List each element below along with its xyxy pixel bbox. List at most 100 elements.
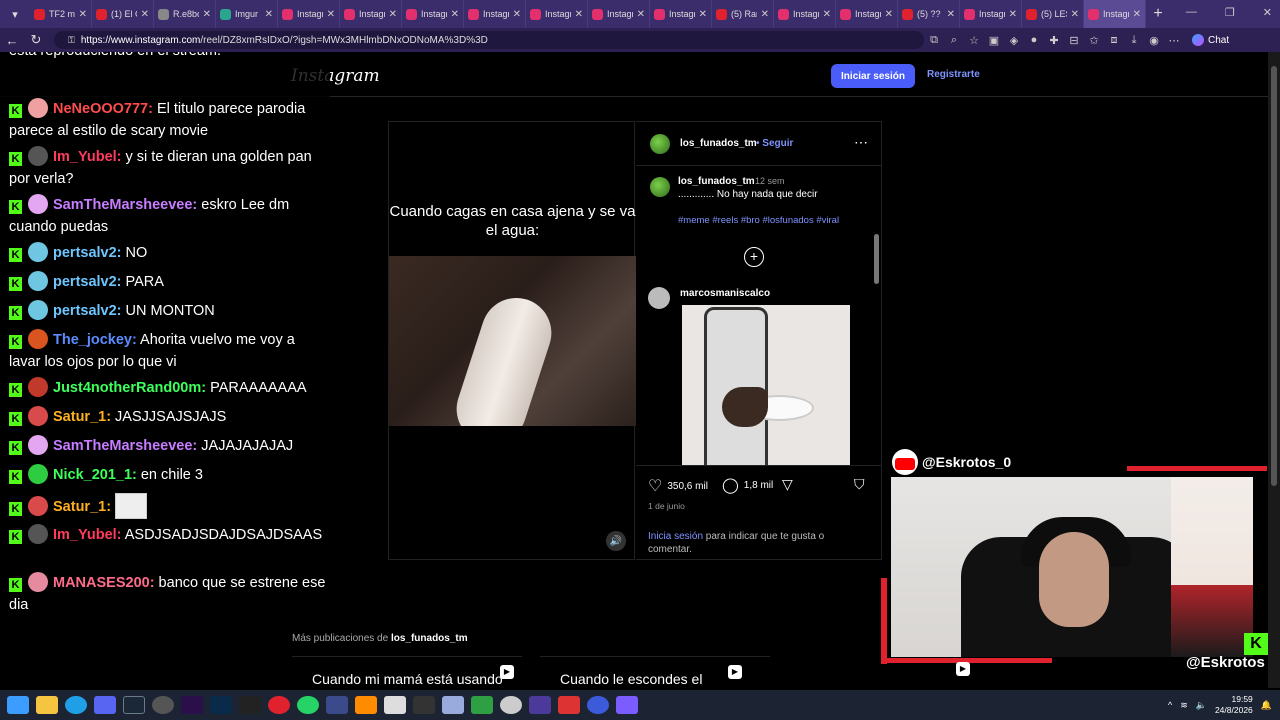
profile-avatar[interactable]: ◉ (1144, 34, 1164, 47)
related-reel-1[interactable]: Cuando mi mamá está usando ▶ (292, 656, 522, 688)
wifi-icon[interactable]: ≋ (1180, 700, 1188, 711)
tray-chevron-icon[interactable]: ^ (1168, 700, 1172, 710)
discord-icon[interactable] (94, 696, 116, 714)
start-icon[interactable] (7, 696, 29, 714)
app-2-icon[interactable] (355, 696, 377, 714)
puzzle-icon[interactable]: ✚ (1044, 34, 1064, 47)
tab-close-icon[interactable]: ✕ (1071, 9, 1079, 20)
login-prompt-link[interactable]: Inicia sesión (648, 531, 703, 542)
tab-close-icon[interactable]: ✕ (265, 9, 273, 20)
obs-icon[interactable] (152, 696, 174, 714)
tab-close-icon[interactable]: ✕ (947, 9, 955, 20)
browser-tab[interactable]: (5) Rar ✕ (712, 0, 774, 28)
browser-tab[interactable]: (5) ?? ✕ (898, 0, 960, 28)
app-icon[interactable] (326, 696, 348, 714)
tab-close-icon[interactable]: ✕ (141, 9, 149, 20)
app-6-icon[interactable] (529, 696, 551, 714)
save-bookmark-icon[interactable]: ⛉ (854, 476, 865, 493)
tab-search-button[interactable]: ▾ (0, 0, 30, 28)
app-5-icon[interactable] (471, 696, 493, 714)
favorite-star-icon[interactable]: ☆ (964, 34, 984, 47)
reload-icon[interactable]: ↻ (24, 32, 48, 48)
settings-icon[interactable] (500, 696, 522, 714)
premiere-icon[interactable] (181, 696, 203, 714)
tab-close-icon[interactable]: ✕ (823, 9, 831, 20)
author-avatar[interactable] (650, 134, 670, 154)
browser-tab[interactable]: Instagr ✕ (402, 0, 464, 28)
login-button[interactable]: Iniciar sesión (831, 64, 915, 88)
tab-close-icon[interactable]: ✕ (761, 9, 769, 20)
like-button[interactable]: ♡ 350,6 mil (648, 476, 708, 496)
extension-icon[interactable]: ▣ (984, 34, 1004, 47)
reel-video[interactable]: Cuando cagas en casa ajena y se va el ag… (388, 121, 636, 560)
browser-tab[interactable]: Imgur ✕ (216, 0, 278, 28)
steam-icon[interactable] (123, 696, 145, 714)
record-icon[interactable] (268, 696, 290, 714)
read-aloud-icon[interactable]: ⧉ (924, 34, 944, 47)
browser-tab[interactable]: TF2 m ✕ (30, 0, 92, 28)
tab-close-icon[interactable]: ✕ (1133, 9, 1141, 20)
notepad-icon[interactable] (442, 696, 464, 714)
browser-tab[interactable]: Instagr ✕ (960, 0, 1022, 28)
tab-close-icon[interactable]: ✕ (1009, 9, 1017, 20)
url-field[interactable]: ⚿ https://www.instagram.com/reel/DZ8xmRs… (54, 31, 924, 49)
caption-avatar[interactable] (650, 177, 670, 197)
page-scrollbar[interactable] (1268, 52, 1280, 688)
more-options-icon[interactable]: ⋯ (854, 134, 868, 151)
app-8-icon[interactable] (587, 696, 609, 714)
volume-icon[interactable]: 🔈 (1196, 700, 1207, 711)
tab-close-icon[interactable]: ✕ (327, 9, 335, 20)
minimize-icon[interactable]: — (1186, 6, 1197, 19)
app-9-icon[interactable] (616, 696, 638, 714)
browser-tab[interactable]: Instagr ✕ (588, 0, 650, 28)
comment-username[interactable]: marcosmaniscalco (680, 288, 770, 299)
app-7-icon[interactable] (558, 696, 580, 714)
browser-tab[interactable]: R.e8bc ✕ (154, 0, 216, 28)
more-menu-icon[interactable]: ⋯ (1164, 34, 1184, 47)
app-4-icon[interactable] (413, 696, 435, 714)
tab-close-icon[interactable]: ✕ (575, 9, 583, 20)
edge-icon[interactable] (65, 696, 87, 714)
related-reel-2[interactable]: Cuando le escondes el ▶ (540, 656, 770, 688)
caption-username[interactable]: los_funados_tm (678, 176, 755, 187)
site-info-icon[interactable]: ⚿ (68, 35, 75, 46)
collections-icon[interactable]: ⧈ (1104, 34, 1124, 47)
follow-button[interactable]: • Seguir (756, 138, 793, 149)
browser-tab[interactable]: Instagr ✕ (650, 0, 712, 28)
tab-close-icon[interactable]: ✕ (699, 9, 707, 20)
extension-3-icon[interactable]: ● (1024, 34, 1044, 46)
file-explorer-icon[interactable] (36, 696, 58, 714)
browser-tab[interactable]: Instagr ✕ (278, 0, 340, 28)
comment-avatar[interactable] (648, 287, 670, 309)
maximize-icon[interactable]: ❐ (1225, 6, 1235, 19)
tab-close-icon[interactable]: ✕ (203, 9, 211, 20)
copilot-chat-button[interactable]: Chat (1192, 34, 1229, 46)
tab-close-icon[interactable]: ✕ (513, 9, 521, 20)
browser-tab[interactable]: Instagr ✕ (1084, 0, 1146, 28)
back-icon[interactable]: ← (0, 33, 24, 48)
close-window-icon[interactable]: ✕ (1263, 6, 1272, 19)
tab-close-icon[interactable]: ✕ (389, 9, 397, 20)
browser-tab[interactable]: (1) El C ✕ (92, 0, 154, 28)
more-posts-user[interactable]: los_funados_tm (391, 633, 468, 644)
tab-close-icon[interactable]: ✕ (637, 9, 645, 20)
clock[interactable]: 19:59 24/8/2026 (1215, 694, 1253, 716)
tab-close-icon[interactable]: ✕ (885, 9, 893, 20)
scrollbar-thumb[interactable] (1271, 66, 1277, 486)
downloads-icon[interactable]: ⤓ (1124, 34, 1144, 47)
tab-close-icon[interactable]: ✕ (79, 9, 87, 20)
browser-tab[interactable]: Instagr ✕ (340, 0, 402, 28)
author-username[interactable]: los_funados_tm (680, 138, 757, 149)
browser-tab[interactable]: Instagr ✕ (774, 0, 836, 28)
new-tab-button[interactable]: + (1146, 5, 1170, 23)
signup-link[interactable]: Registrarte (927, 69, 980, 80)
whatsapp-icon[interactable] (297, 696, 319, 714)
zoom-icon[interactable]: ⌕ (944, 34, 964, 47)
caption-hashtags[interactable]: #meme #reels #bro #losfunados #viral (678, 215, 839, 226)
browser-tab[interactable]: Instagr ✕ (836, 0, 898, 28)
comment-button[interactable]: ◯ 1,8 mil (722, 476, 773, 494)
extension-2-icon[interactable]: ◈ (1004, 34, 1024, 47)
share-icon[interactable]: ▽ (782, 476, 793, 493)
split-screen-icon[interactable]: ⊟ (1064, 34, 1084, 47)
app-3-icon[interactable] (384, 696, 406, 714)
